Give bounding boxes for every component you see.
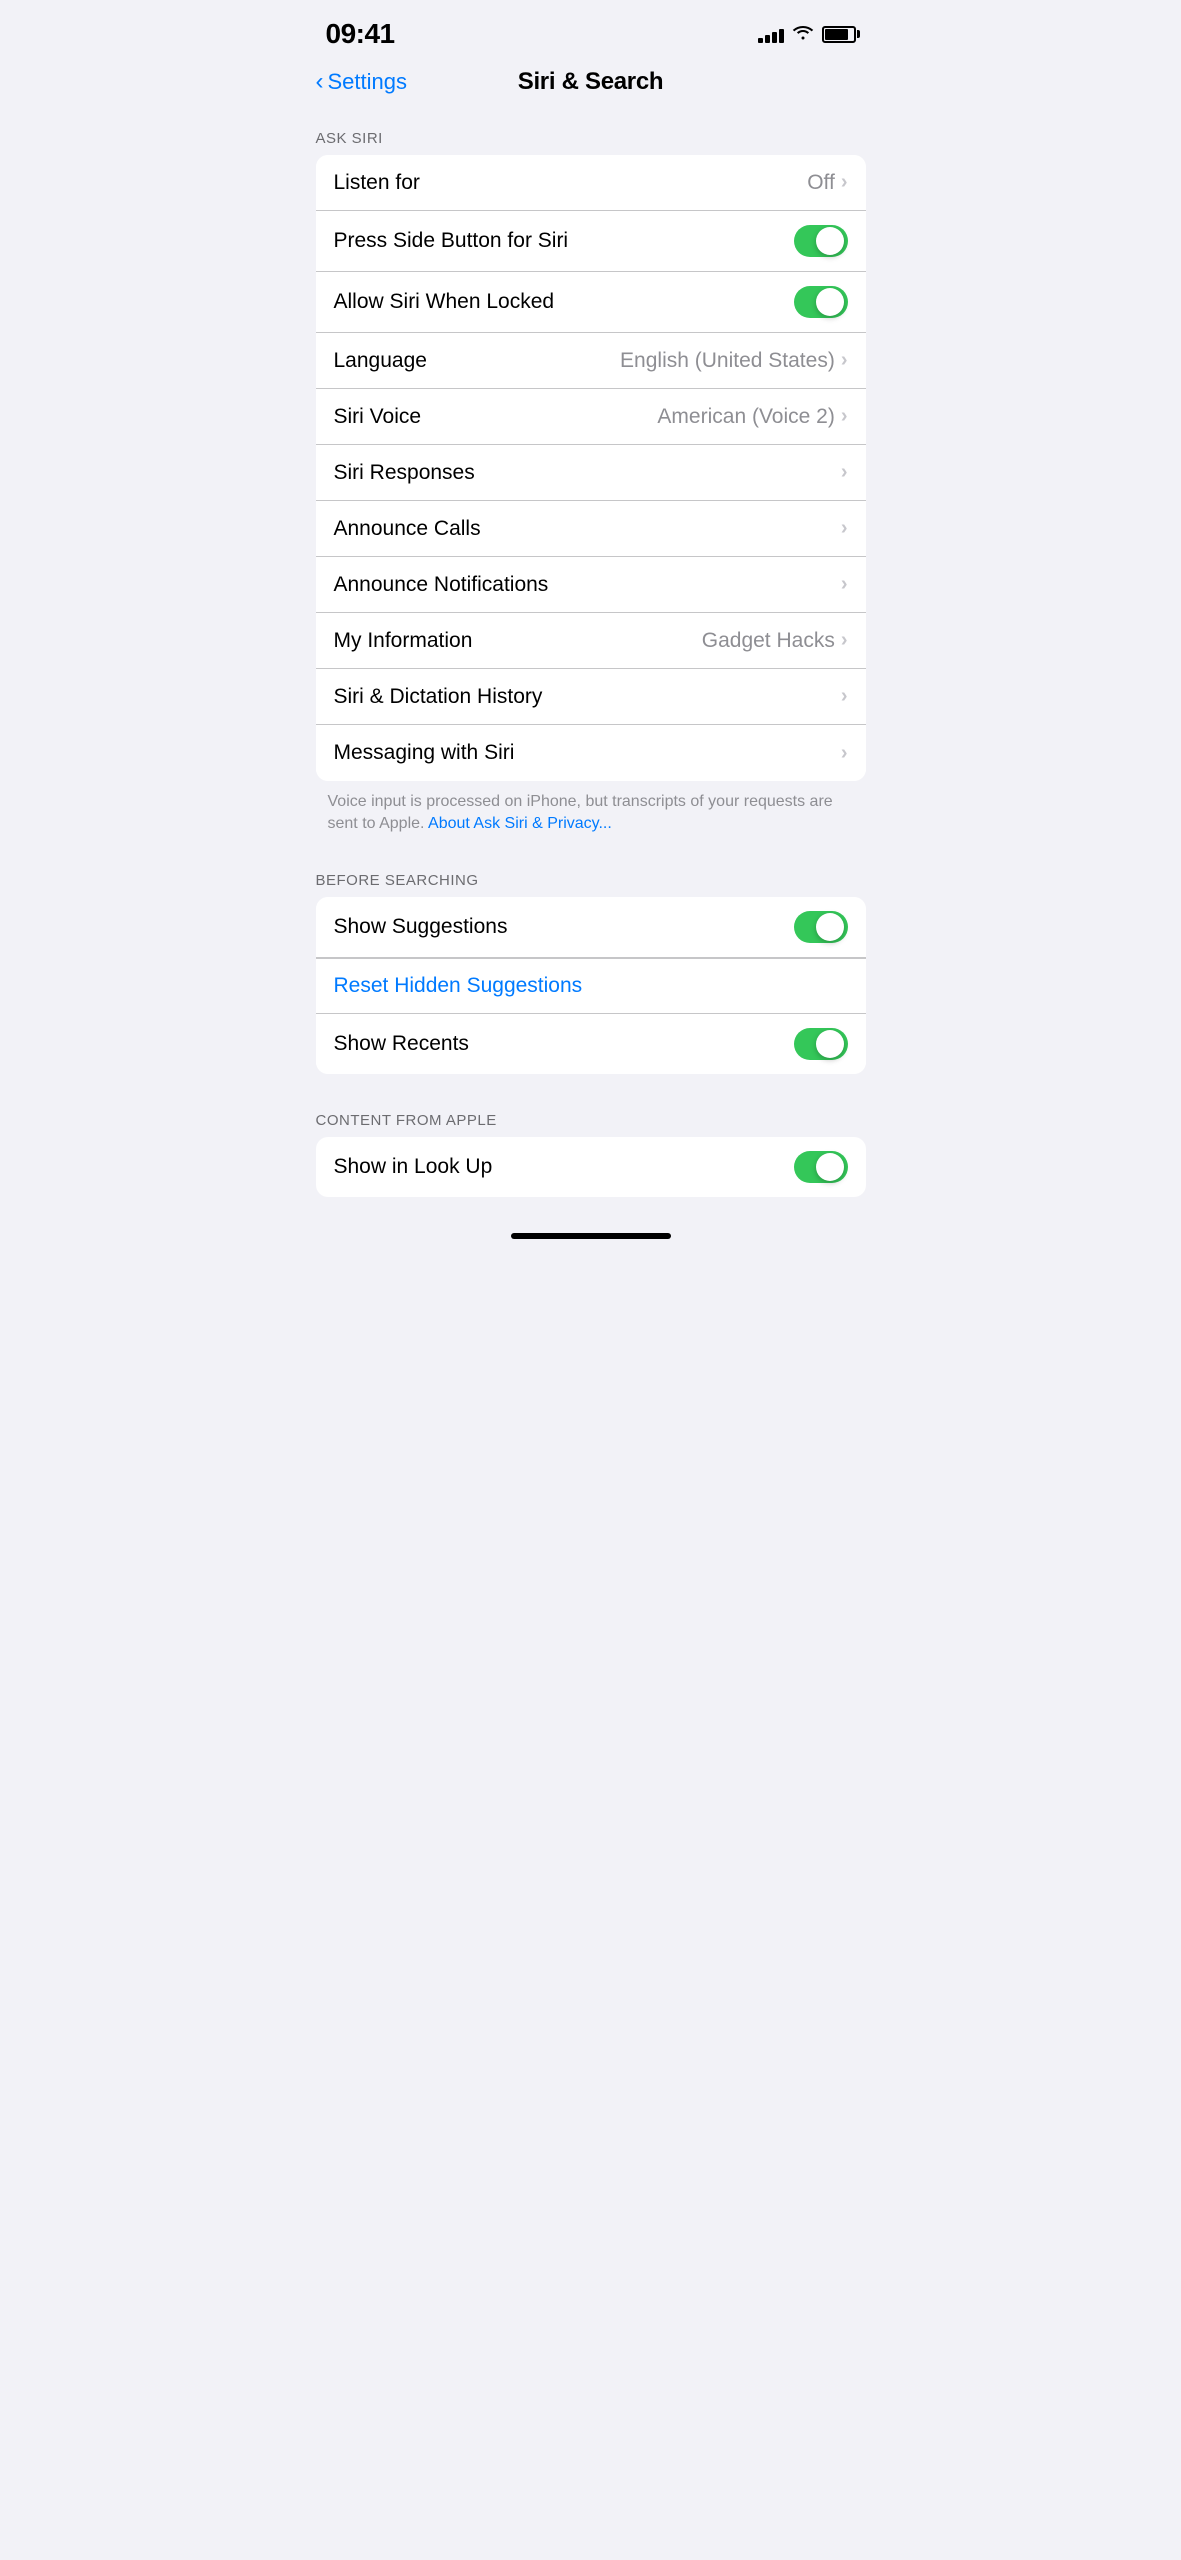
show-recents-label: Show Recents <box>334 1032 469 1056</box>
allow-locked-row[interactable]: Allow Siri When Locked <box>316 272 866 333</box>
chevron-icon: › <box>841 171 848 194</box>
ask-siri-footer: Voice input is processed on iPhone, but … <box>296 781 886 854</box>
home-indicator <box>296 1217 886 1247</box>
my-information-row[interactable]: My Information Gadget Hacks › <box>316 613 866 669</box>
press-side-button-label: Press Side Button for Siri <box>334 229 569 253</box>
content-from-apple-section-header: CONTENT FROM APPLE <box>296 1094 886 1137</box>
reset-hidden-suggestions-row[interactable]: Reset Hidden Suggestions <box>316 958 866 1014</box>
chevron-icon: › <box>841 685 848 708</box>
press-side-button-toggle[interactable] <box>794 225 848 257</box>
chevron-icon: › <box>841 461 848 484</box>
content-from-apple-card: Show in Look Up <box>316 1137 866 1197</box>
my-information-label: My Information <box>334 629 473 653</box>
nav-header: ‹ Settings Siri & Search <box>296 60 886 112</box>
siri-voice-value: American (Voice 2) <box>657 405 834 429</box>
before-searching-section-header: BEFORE SEARCHING <box>296 854 886 897</box>
ask-siri-privacy-link[interactable]: About Ask Siri & Privacy... <box>428 815 612 832</box>
show-recents-row[interactable]: Show Recents <box>316 1014 866 1074</box>
show-suggestions-toggle[interactable] <box>794 911 848 943</box>
announce-calls-row[interactable]: Announce Calls › <box>316 501 866 557</box>
announce-notifications-row[interactable]: Announce Notifications › <box>316 557 866 613</box>
siri-dictation-history-row[interactable]: Siri & Dictation History › <box>316 669 866 725</box>
press-side-button-row[interactable]: Press Side Button for Siri <box>316 211 866 272</box>
listen-for-label: Listen for <box>334 171 420 195</box>
siri-responses-row[interactable]: Siri Responses › <box>316 445 866 501</box>
show-suggestions-label: Show Suggestions <box>334 915 508 939</box>
back-button[interactable]: ‹ Settings <box>316 69 408 95</box>
announce-notifications-label: Announce Notifications <box>334 573 549 597</box>
wifi-icon <box>792 24 814 45</box>
language-label: Language <box>334 349 427 373</box>
back-label: Settings <box>328 69 408 95</box>
ask-siri-card: Listen for Off › Press Side Button for S… <box>316 155 866 781</box>
siri-dictation-history-label: Siri & Dictation History <box>334 685 543 709</box>
siri-voice-label: Siri Voice <box>334 405 422 429</box>
chevron-icon: › <box>841 573 848 596</box>
page-title: Siri & Search <box>518 68 664 96</box>
reset-hidden-suggestions-label: Reset Hidden Suggestions <box>334 974 583 998</box>
siri-responses-label: Siri Responses <box>334 461 475 485</box>
announce-calls-label: Announce Calls <box>334 517 481 541</box>
back-chevron-icon: ‹ <box>316 70 324 94</box>
chevron-icon: › <box>841 349 848 372</box>
before-searching-card: Show Suggestions Reset Hidden Suggestion… <box>316 897 866 1074</box>
allow-locked-label: Allow Siri When Locked <box>334 290 555 314</box>
status-bar: 09:41 <box>296 0 886 60</box>
language-row[interactable]: Language English (United States) › <box>316 333 866 389</box>
signal-icon <box>758 25 784 43</box>
listen-for-value: Off <box>807 171 835 195</box>
show-in-look-up-toggle[interactable] <box>794 1151 848 1183</box>
show-in-look-up-row[interactable]: Show in Look Up <box>316 1137 866 1197</box>
siri-voice-row[interactable]: Siri Voice American (Voice 2) › <box>316 389 866 445</box>
language-value: English (United States) <box>620 349 835 373</box>
show-recents-toggle[interactable] <box>794 1028 848 1060</box>
show-in-look-up-label: Show in Look Up <box>334 1155 493 1179</box>
status-time: 09:41 <box>326 18 395 50</box>
show-suggestions-row[interactable]: Show Suggestions <box>316 897 866 958</box>
battery-icon <box>822 26 856 43</box>
chevron-icon: › <box>841 742 848 765</box>
my-information-value: Gadget Hacks <box>702 629 835 653</box>
allow-locked-toggle[interactable] <box>794 286 848 318</box>
ask-siri-section-header: ASK SIRI <box>296 112 886 155</box>
chevron-icon: › <box>841 629 848 652</box>
status-icons <box>758 24 856 45</box>
listen-for-row[interactable]: Listen for Off › <box>316 155 866 211</box>
chevron-icon: › <box>841 405 848 428</box>
messaging-with-siri-label: Messaging with Siri <box>334 741 515 765</box>
messaging-with-siri-row[interactable]: Messaging with Siri › <box>316 725 866 781</box>
chevron-icon: › <box>841 517 848 540</box>
home-bar <box>511 1233 671 1239</box>
